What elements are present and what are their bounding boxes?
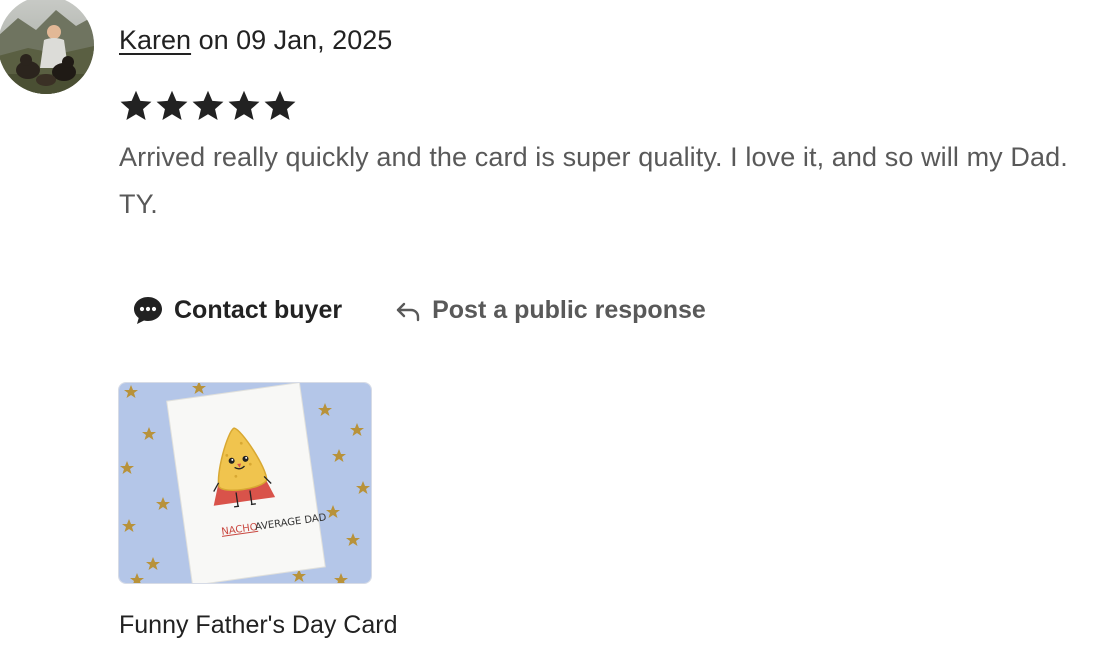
listing-image[interactable]: NACHO AVERAGE DAD	[118, 382, 372, 584]
review-byline: Karen on 09 Jan, 2025	[119, 24, 392, 56]
star-icon	[156, 90, 188, 120]
star-icon	[120, 90, 152, 120]
star-rating	[118, 88, 298, 124]
contact-buyer-label: Contact buyer	[174, 295, 343, 324]
star-icon	[264, 90, 296, 120]
author-link[interactable]: Karen	[119, 25, 191, 55]
card-photo: NACHO AVERAGE DAD	[119, 383, 371, 583]
avatar-photo	[0, 0, 94, 94]
review-actions: Contact buyer Post a public response	[132, 290, 706, 330]
speech-bubble-icon	[132, 294, 164, 326]
review-card: Karen on 09 Jan, 2025 Arrived really qui…	[0, 0, 1106, 650]
reply-arrow-icon	[394, 296, 422, 324]
post-public-response-label: Post a public response	[432, 295, 706, 324]
review-date: on 09 Jan, 2025	[198, 25, 393, 55]
contact-buyer-button[interactable]: Contact buyer	[132, 294, 342, 326]
listing-title[interactable]: Funny Father's Day Card	[119, 608, 398, 642]
post-public-response-button[interactable]: Post a public response	[394, 296, 706, 325]
avatar[interactable]	[0, 0, 94, 94]
review-text: Arrived really quickly and the card is s…	[119, 142, 1068, 219]
star-icon	[192, 90, 224, 120]
star-icon	[228, 90, 260, 120]
